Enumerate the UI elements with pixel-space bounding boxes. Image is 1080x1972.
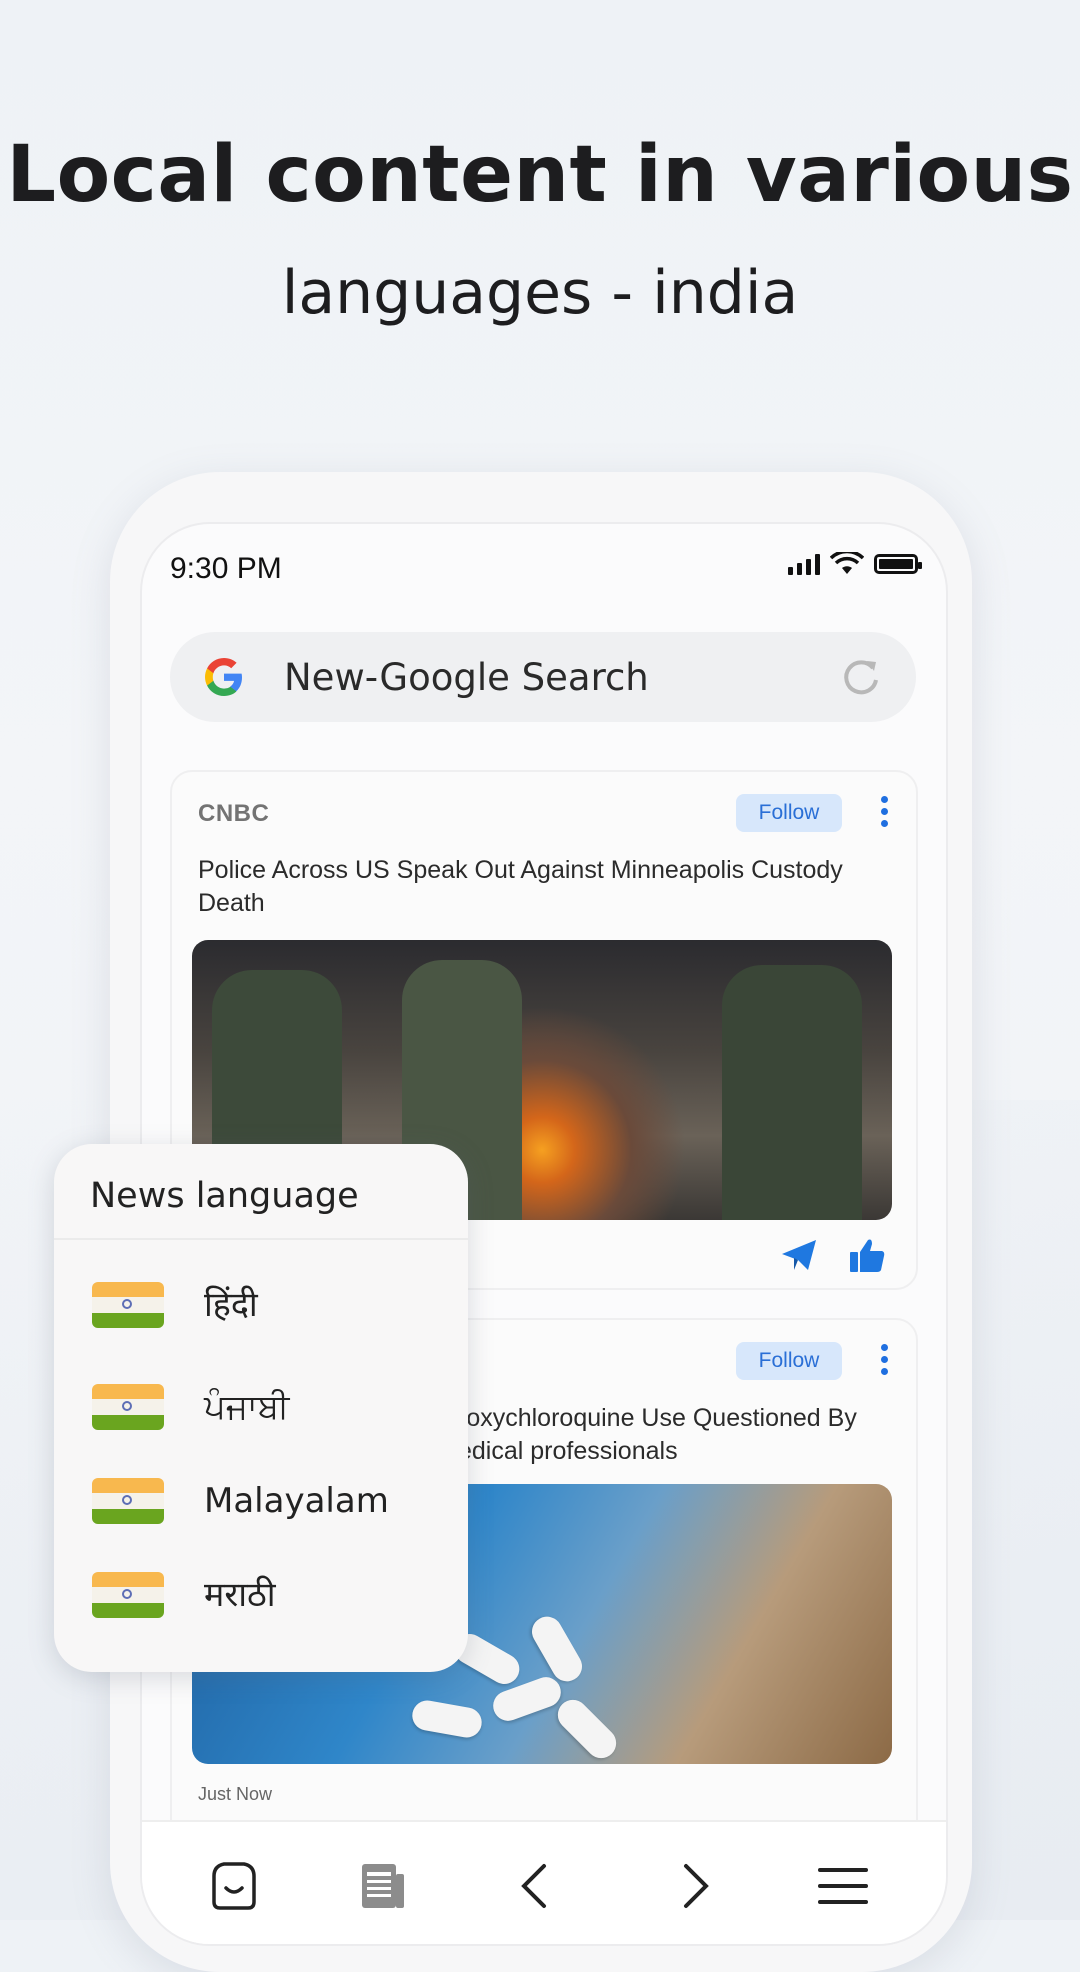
like-icon[interactable] <box>848 1236 886 1274</box>
send-icon[interactable] <box>780 1238 818 1272</box>
status-time: 9:30 PM <box>170 552 282 585</box>
search-label: New-Google Search <box>284 656 649 699</box>
follow-button[interactable]: Follow <box>736 794 842 832</box>
panel-title: News language <box>90 1176 359 1216</box>
divider <box>54 1238 468 1240</box>
bottom-navigation <box>142 1820 946 1944</box>
language-option-punjabi[interactable]: ਪੰਜਾਬੀ <box>92 1384 452 1434</box>
news-title[interactable]: Police Across US Speak Out Against Minne… <box>198 854 888 920</box>
language-label: हिंदी <box>204 1285 258 1325</box>
signal-icon <box>788 553 820 575</box>
language-label: मराठी <box>204 1575 276 1615</box>
language-label: Malayalam <box>204 1481 389 1521</box>
reload-icon[interactable] <box>840 656 882 698</box>
news-source: CNBC <box>198 800 270 827</box>
google-icon <box>205 658 242 696</box>
follow-button[interactable]: Follow <box>736 1342 842 1380</box>
home-icon[interactable] <box>206 1858 262 1914</box>
more-icon[interactable] <box>878 796 890 832</box>
headline: Local content in various <box>6 130 1074 220</box>
more-icon[interactable] <box>878 1344 890 1380</box>
wifi-icon <box>830 552 864 574</box>
india-flag-icon <box>92 1282 164 1328</box>
news-title-line: edical professionals <box>458 1437 678 1465</box>
language-option-marathi[interactable]: मराठी <box>92 1572 452 1622</box>
status-icons <box>788 552 922 576</box>
india-flag-icon <box>92 1478 164 1524</box>
menu-icon[interactable] <box>816 1858 872 1914</box>
india-flag-icon <box>92 1572 164 1618</box>
news-title-line: roxychloroquine Use Questioned By <box>458 1404 857 1432</box>
search-bar[interactable]: New-Google Search <box>170 632 916 722</box>
battery-icon <box>874 554 922 574</box>
news-title[interactable]: roxychloroquine Use Questioned By edical… <box>458 1402 898 1468</box>
language-label: ਪੰਜਾਬੀ <box>204 1387 290 1427</box>
india-flag-icon <box>92 1384 164 1430</box>
news-language-panel: News language हिंदी ਪੰਜਾਬੀ Malayalam मरा… <box>54 1144 468 1672</box>
subheadline: languages - india <box>281 258 799 328</box>
language-option-malayalam[interactable]: Malayalam <box>92 1478 452 1528</box>
forward-icon[interactable] <box>666 1858 722 1914</box>
back-icon[interactable] <box>508 1858 564 1914</box>
news-icon[interactable] <box>354 1858 410 1914</box>
language-option-hindi[interactable]: हिंदी <box>92 1282 452 1332</box>
news-meta: Just Now <box>198 1784 273 1804</box>
